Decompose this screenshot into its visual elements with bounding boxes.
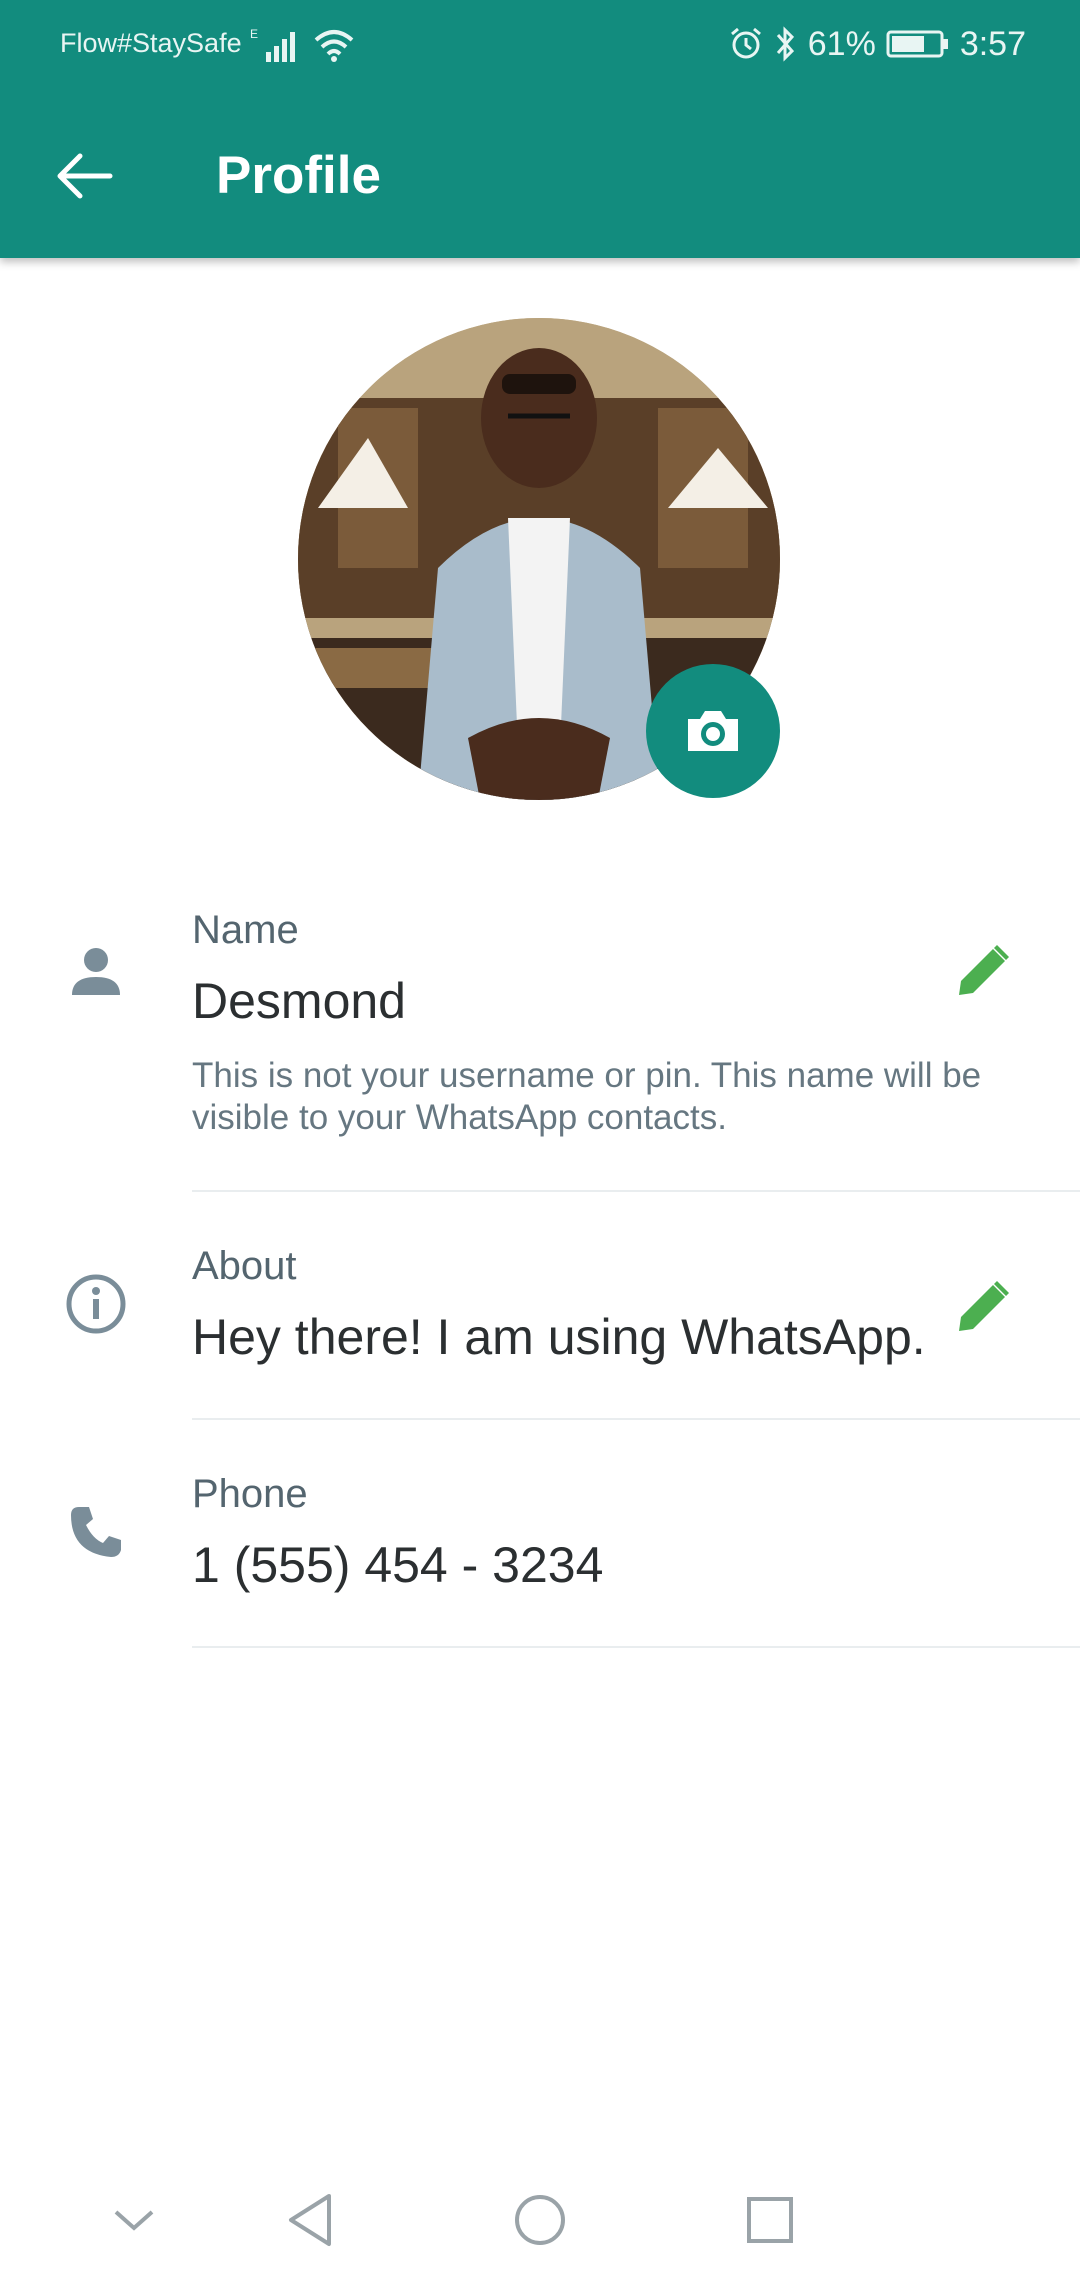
alarm-icon <box>730 27 761 59</box>
signal-icon: E <box>250 26 306 71</box>
person-icon <box>72 948 120 995</box>
phone-icon <box>71 1507 121 1557</box>
change-photo-button[interactable] <box>646 664 780 798</box>
nav-hide-button[interactable] <box>94 2180 174 2260</box>
name-label: Name <box>192 908 299 952</box>
pencil-icon <box>959 945 1009 995</box>
phone-value: 1 (555) 454 - 3234 <box>192 1537 604 1593</box>
app-bar: Flow#StaySafe E 61% 3:57 Profile <box>0 0 1080 258</box>
pencil-icon <box>959 1281 1009 1331</box>
about-row-icon <box>60 1268 132 1340</box>
battery-icon <box>886 30 948 58</box>
divider <box>192 1418 1080 1420</box>
battery-percent: 61% <box>807 25 876 63</box>
status-bar: Flow#StaySafe E 61% 3:57 <box>0 0 1080 92</box>
info-icon <box>66 1274 126 1334</box>
back-arrow-icon <box>57 153 113 199</box>
about-label: About <box>192 1244 297 1288</box>
square-recents-icon <box>747 2197 793 2243</box>
nav-back-button[interactable] <box>270 2180 350 2260</box>
clock: 3:57 <box>959 25 1026 63</box>
phone-row-icon <box>60 1496 132 1568</box>
system-nav-bar <box>0 2150 1080 2280</box>
back-button[interactable] <box>48 140 120 212</box>
edit-about-button[interactable] <box>944 1266 1024 1346</box>
about-value[interactable]: Hey there! I am using WhatsApp. <box>192 1308 926 1366</box>
chevron-down-icon <box>114 2210 154 2231</box>
phone-label: Phone <box>192 1472 308 1516</box>
divider <box>192 1646 1080 1648</box>
camera-icon <box>688 711 738 751</box>
svg-text:E: E <box>250 27 258 41</box>
circle-home-icon <box>515 2195 565 2245</box>
triangle-back-icon <box>289 2194 331 2246</box>
carrier-label: Flow#StaySafe <box>60 28 242 58</box>
divider <box>192 1190 1080 1192</box>
wifi-icon <box>312 26 356 71</box>
page-title: Profile <box>216 146 381 205</box>
nav-recents-button[interactable] <box>730 2180 810 2260</box>
name-row-icon <box>60 935 132 1007</box>
status-right: 61% 3:57 <box>728 22 1026 66</box>
name-hint: This is not your username or pin. This n… <box>192 1056 982 1137</box>
bluetooth-icon <box>776 26 794 62</box>
nav-home-button[interactable] <box>500 2180 580 2260</box>
edit-name-button[interactable] <box>944 930 1024 1010</box>
name-value[interactable]: Desmond <box>192 972 406 1030</box>
